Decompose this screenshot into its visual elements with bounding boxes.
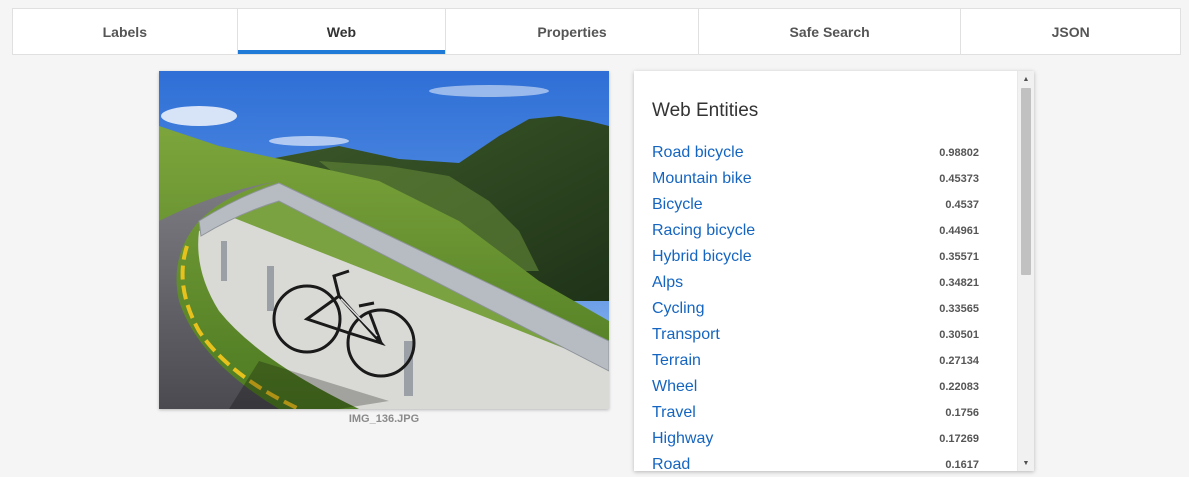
entity-link[interactable]: Travel — [652, 404, 696, 422]
list-item: Wheel 0.22083 — [652, 374, 979, 400]
image-filename: IMG_136.JPG — [348, 413, 420, 425]
entity-score: 0.35571 — [939, 251, 979, 263]
entity-link[interactable]: Terrain — [652, 352, 701, 370]
tab-labels[interactable]: Labels — [13, 9, 238, 54]
web-entities-panel: Web Entities Road bicycle 0.98802 Mounta… — [634, 71, 1034, 471]
entity-score: 0.22083 — [939, 381, 979, 393]
entity-score: 0.45373 — [939, 173, 979, 185]
entity-link[interactable]: Transport — [652, 326, 720, 344]
list-item: Racing bicycle 0.44961 — [652, 218, 979, 244]
uploaded-image — [159, 71, 609, 409]
tab-web[interactable]: Web — [237, 9, 447, 54]
tab-label: Labels — [102, 23, 147, 40]
list-item: Mountain bike 0.45373 — [652, 166, 979, 192]
entity-link[interactable]: Mountain bike — [652, 170, 752, 188]
entity-link[interactable]: Wheel — [652, 378, 697, 396]
list-item: Road bicycle 0.98802 — [652, 140, 979, 166]
scrollbar-thumb[interactable] — [1021, 88, 1031, 275]
entity-score: 0.30501 — [939, 329, 979, 341]
list-item: Bicycle 0.4537 — [652, 192, 979, 218]
triangle-up-icon[interactable]: ▲ — [1018, 71, 1034, 87]
vertical-scrollbar[interactable]: ▲ ▼ — [1017, 71, 1034, 471]
entity-score: 0.34821 — [939, 277, 979, 289]
list-item: Road 0.1617 — [652, 452, 979, 471]
list-item: Alps 0.34821 — [652, 270, 979, 296]
entity-link[interactable]: Bicycle — [652, 196, 703, 214]
entity-score: 0.98802 — [939, 147, 979, 159]
entity-link[interactable]: Cycling — [652, 300, 704, 318]
list-item: Travel 0.1756 — [652, 400, 979, 426]
active-tab-indicator — [237, 50, 446, 54]
list-item: Cycling 0.33565 — [652, 296, 979, 322]
entity-score: 0.44961 — [939, 225, 979, 237]
list-item: Highway 0.17269 — [652, 426, 979, 452]
tab-bar: Labels Web Properties Safe Search JSON — [12, 8, 1181, 55]
entity-score: 0.27134 — [939, 355, 979, 367]
tab-label: Properties — [537, 23, 607, 40]
entity-score: 0.1617 — [945, 459, 979, 471]
tab-json[interactable]: JSON — [961, 9, 1180, 54]
entity-list: Road bicycle 0.98802 Mountain bike 0.453… — [652, 140, 979, 471]
entity-link[interactable]: Road — [652, 456, 690, 471]
list-item: Terrain 0.27134 — [652, 348, 979, 374]
panel-title: Web Entities — [652, 100, 759, 121]
entity-score: 0.4537 — [945, 199, 979, 211]
tab-label: Web — [326, 23, 357, 40]
entity-link[interactable]: Road bicycle — [652, 144, 744, 162]
entity-link[interactable]: Hybrid bicycle — [652, 248, 752, 266]
entity-score: 0.33565 — [939, 303, 979, 315]
list-item: Transport 0.30501 — [652, 322, 979, 348]
tab-properties[interactable]: Properties — [446, 9, 699, 54]
tab-safe-search[interactable]: Safe Search — [699, 9, 962, 54]
tab-label: JSON — [1051, 23, 1090, 40]
entity-score: 0.17269 — [939, 433, 979, 445]
triangle-down-icon[interactable]: ▼ — [1018, 455, 1034, 471]
bicycle-photo — [159, 71, 609, 409]
list-item: Hybrid bicycle 0.35571 — [652, 244, 979, 270]
entity-score: 0.1756 — [945, 407, 979, 419]
tab-label: Safe Search — [789, 23, 870, 40]
entity-link[interactable]: Alps — [652, 274, 683, 292]
entity-link[interactable]: Racing bicycle — [652, 222, 755, 240]
entity-link[interactable]: Highway — [652, 430, 713, 448]
